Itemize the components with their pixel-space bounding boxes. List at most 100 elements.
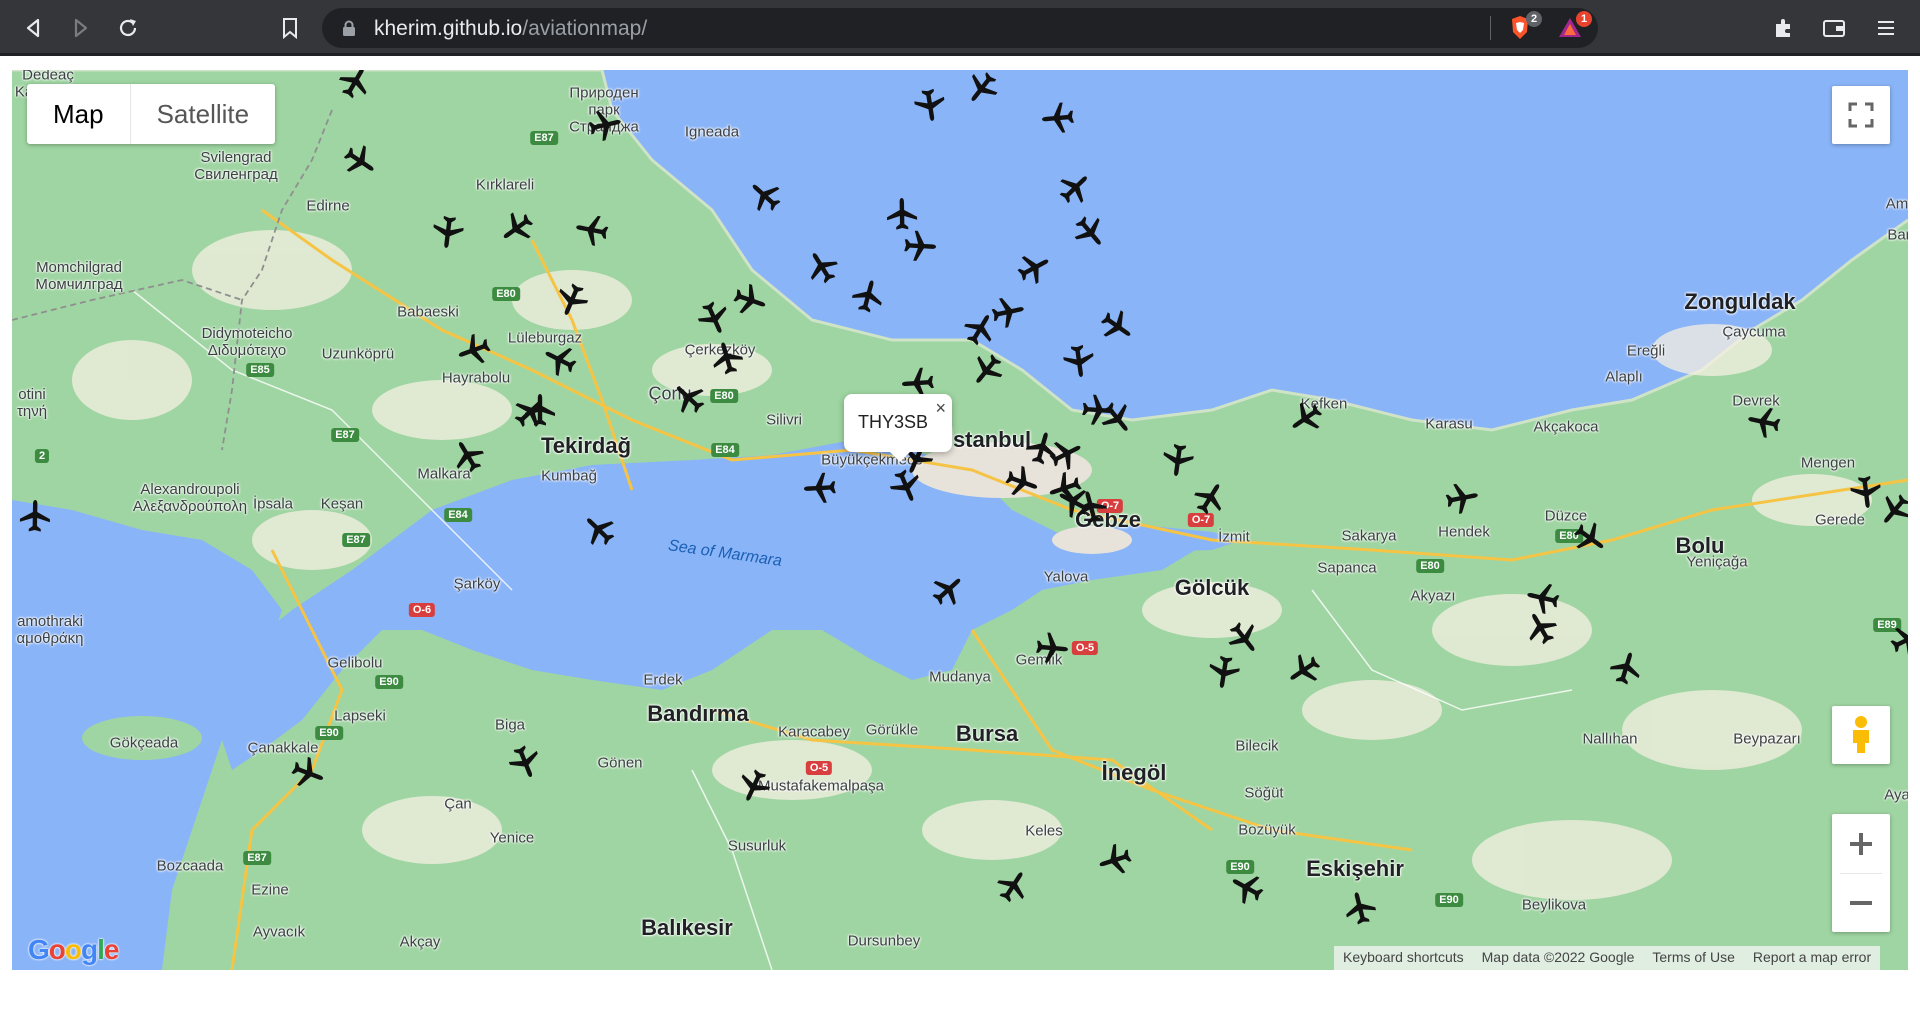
place-label: Am xyxy=(1885,195,1908,213)
map-base xyxy=(12,70,1908,970)
url-text[interactable]: kherim.github.io/aviationmap/ xyxy=(374,17,647,41)
place-label: Momchilgrad Момчилград xyxy=(35,259,123,293)
road-shield: E87 xyxy=(243,851,271,865)
url-divider xyxy=(1490,16,1491,40)
brave-shield-icon[interactable]: 2 xyxy=(1506,11,1542,42)
map-type-satellite-button[interactable]: Satellite xyxy=(131,84,276,144)
place-label: Bar xyxy=(1887,226,1908,244)
place-label: Balıkesir xyxy=(641,915,733,940)
place-label: Mudanya xyxy=(929,668,991,686)
road-shield: E80 xyxy=(492,287,520,301)
place-label: Bozcaada xyxy=(156,857,224,875)
road-shield: E90 xyxy=(315,726,343,740)
place-label: Mustafakemalpaşa xyxy=(758,777,884,795)
airplane-icon[interactable] xyxy=(885,197,920,232)
road-shield: E87 xyxy=(342,533,370,547)
place-label: Ereğli xyxy=(1626,342,1666,360)
extensions-icon[interactable] xyxy=(1766,10,1802,46)
back-icon[interactable] xyxy=(16,10,52,46)
airplane-icon[interactable] xyxy=(1159,441,1197,479)
place-label: Edirne xyxy=(306,197,350,215)
map-type-map-button[interactable]: Map xyxy=(27,84,131,144)
wallet-icon[interactable] xyxy=(1816,10,1852,46)
place-label: Erdek xyxy=(643,671,683,689)
place-label: Didymoteicho Διδυμότειχο xyxy=(201,325,293,359)
address-bar[interactable]: kherim.github.io/aviationmap/ 2 1 xyxy=(322,8,1598,48)
browser-toolbar: kherim.github.io/aviationmap/ 2 1 xyxy=(0,0,1920,56)
fullscreen-button[interactable] xyxy=(1832,86,1890,144)
road-shield: E87 xyxy=(331,428,359,442)
place-label: Silivri xyxy=(766,411,802,429)
airplane-icon[interactable] xyxy=(1060,342,1098,380)
zoom-in-button[interactable] xyxy=(1832,814,1890,873)
airplane-icon[interactable] xyxy=(572,210,612,250)
airplane-icon[interactable] xyxy=(1205,653,1244,692)
place-label: Bursa xyxy=(955,721,1019,746)
place-label: Dursunbey xyxy=(847,932,921,950)
google-logo[interactable]: Google xyxy=(28,934,119,966)
aircraft-info-window: THY3SB × xyxy=(844,394,952,462)
airplane-icon[interactable] xyxy=(18,499,53,534)
road-shield: E84 xyxy=(711,443,739,457)
report-error-link[interactable]: Report a map error xyxy=(1744,946,1880,970)
place-label: Lüleburgaz xyxy=(507,329,583,347)
road-shield: 2 xyxy=(34,449,50,463)
airplane-icon[interactable] xyxy=(1034,630,1071,667)
place-label: Alaplı xyxy=(1605,368,1643,386)
airplane-icon[interactable] xyxy=(1040,100,1077,137)
road-shield: E80 xyxy=(710,389,738,403)
airplane-icon[interactable] xyxy=(1744,402,1784,442)
place-label: Yenice xyxy=(489,829,535,847)
zoom-divider xyxy=(1840,873,1882,874)
lock-icon[interactable] xyxy=(342,20,356,42)
map-canvas[interactable]: KaПрироден парк СтранджаIgneadaSvilengra… xyxy=(12,70,1908,970)
place-label: Sakarya xyxy=(1341,527,1397,545)
road-shield: O-5 xyxy=(805,761,833,775)
place-label: Zonguldak xyxy=(1684,289,1796,314)
place-label: Bozüyük xyxy=(1238,821,1296,839)
forward-icon[interactable] xyxy=(62,10,98,46)
airplane-icon[interactable] xyxy=(988,292,1028,332)
place-label: Mengen xyxy=(1800,454,1856,472)
reload-icon[interactable] xyxy=(110,10,146,46)
airplane-icon[interactable] xyxy=(802,470,838,506)
place-label: Hayrabolu xyxy=(441,369,511,387)
place-label: Akyazı xyxy=(1410,587,1456,605)
street-view-pegman-button[interactable] xyxy=(1832,706,1890,764)
place-label: Bilecik xyxy=(1235,737,1279,755)
place-label: Çan xyxy=(444,795,472,813)
place-label: Susurluk xyxy=(727,837,787,855)
rewards-count-badge: 1 xyxy=(1576,11,1592,27)
place-label: Gönen xyxy=(597,754,643,772)
place-label: İzmit xyxy=(1218,528,1250,546)
road-shield: O-6 xyxy=(408,603,436,617)
brave-rewards-icon[interactable]: 1 xyxy=(1556,11,1592,42)
place-label: Svilengrad Свиленград xyxy=(194,149,278,183)
place-label: Yeniçağa xyxy=(1686,553,1748,571)
place-label: Gökçeada xyxy=(109,734,179,752)
place-label: Ayvacık xyxy=(252,923,306,941)
keyboard-shortcuts-link[interactable]: Keyboard shortcuts xyxy=(1334,946,1473,970)
place-label: Lapseki xyxy=(334,707,386,725)
close-icon[interactable]: × xyxy=(935,398,946,419)
place-label: Gölcük xyxy=(1174,575,1250,600)
road-shield: E90 xyxy=(1435,893,1463,907)
place-label: Eskişehir xyxy=(1306,856,1404,881)
bookmark-icon[interactable] xyxy=(272,10,308,46)
place-label: amothraki αμοθράκη xyxy=(16,613,84,647)
airplane-icon[interactable] xyxy=(911,86,950,125)
place-label: Aya xyxy=(1884,786,1908,804)
fullscreen-icon xyxy=(1848,102,1874,128)
place-label: Alexandroupoli Αλεξανδρούπολη xyxy=(132,481,248,515)
airplane-icon[interactable] xyxy=(902,228,938,264)
terms-link[interactable]: Terms of Use xyxy=(1643,946,1743,970)
map-type-control: Map Satellite xyxy=(27,84,276,144)
place-label: Söğüt xyxy=(1244,784,1284,802)
place-label: Hendek xyxy=(1438,523,1490,541)
place-label: Uzunköprü xyxy=(321,345,395,363)
minus-icon xyxy=(1850,900,1872,905)
airplane-icon[interactable] xyxy=(1442,478,1482,518)
zoom-out-button[interactable] xyxy=(1832,873,1890,932)
menu-icon[interactable] xyxy=(1868,10,1904,46)
airplane-icon[interactable] xyxy=(429,213,467,251)
